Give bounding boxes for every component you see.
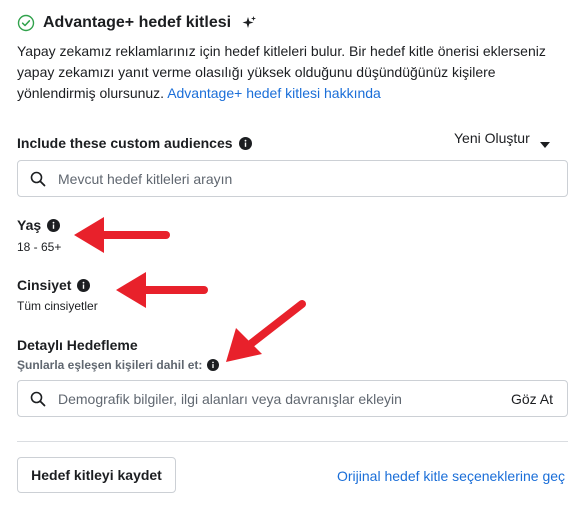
search-icon	[30, 391, 46, 407]
section-title: Advantage+ hedef kitlesi	[43, 14, 232, 31]
detailed-targeting-label-text: Detaylı Hedefleme	[17, 337, 138, 353]
custom-audience-search-input[interactable]	[58, 170, 553, 187]
detailed-targeting-sublabel-text: Şunlarla eşleşen kişileri dahil et:	[17, 358, 203, 372]
sparkle-icon	[241, 15, 257, 31]
detailed-targeting-label: Detaylı Hedefleme	[17, 337, 138, 353]
section-description: Yapay zekamız reklamlarınız için hedef k…	[17, 41, 573, 104]
switch-original-options-link[interactable]: Orijinal hedef kitle seçeneklerine geç	[337, 468, 565, 484]
section-header: Advantage+ hedef kitlesi	[17, 14, 257, 32]
search-icon	[30, 171, 46, 187]
custom-audience-search[interactable]	[17, 160, 568, 197]
age-label-text: Yaş	[17, 217, 42, 233]
info-icon[interactable]	[238, 136, 252, 150]
create-new-label: Yeni Oluştur	[454, 130, 530, 146]
info-icon[interactable]	[207, 358, 220, 372]
advantage-info-link[interactable]: Advantage+ hedef kitlesi hakkında	[167, 85, 381, 101]
divider	[17, 441, 568, 442]
custom-audiences-label: Include these custom audiences	[17, 135, 252, 151]
detailed-targeting-search-input[interactable]	[58, 390, 511, 407]
gender-label: Cinsiyet	[17, 277, 91, 293]
browse-button[interactable]: Göz At	[511, 391, 553, 407]
detailed-targeting-search[interactable]: Göz At	[17, 380, 568, 417]
detailed-targeting-sublabel: Şunlarla eşleşen kişileri dahil et:	[17, 358, 220, 372]
save-audience-button[interactable]: Hedef kitleyi kaydet	[17, 457, 176, 493]
custom-audiences-label-text: Include these custom audiences	[17, 135, 233, 151]
red-arrow-icon	[116, 272, 208, 308]
info-icon[interactable]	[77, 278, 91, 292]
check-circle-icon	[17, 14, 35, 32]
info-icon[interactable]	[47, 218, 61, 232]
gender-value[interactable]: Tüm cinsiyetler	[17, 299, 98, 313]
create-new-dropdown[interactable]: Yeni Oluştur	[454, 130, 550, 148]
red-arrow-icon	[226, 300, 306, 362]
age-value[interactable]: 18 - 65+	[17, 240, 61, 254]
caret-down-icon	[539, 135, 550, 148]
gender-label-text: Cinsiyet	[17, 277, 72, 293]
age-label: Yaş	[17, 217, 61, 233]
red-arrow-icon	[74, 217, 170, 253]
